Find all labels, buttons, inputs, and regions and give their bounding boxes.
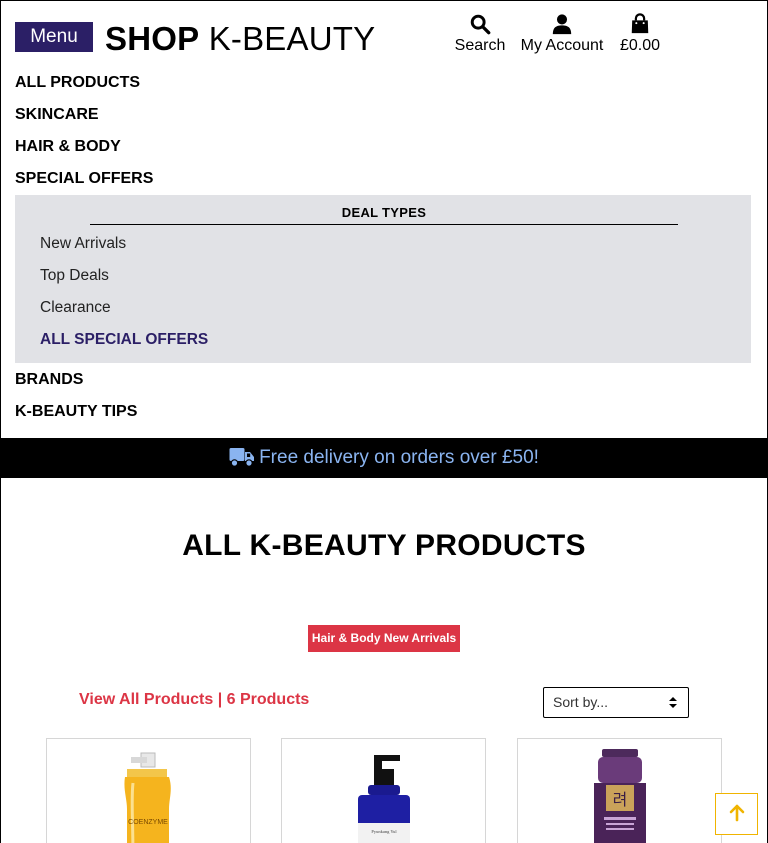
- search-icon: [470, 14, 491, 35]
- dropdown-item-top-deals[interactable]: Top Deals: [40, 265, 109, 287]
- bag-total: £0.00: [619, 37, 661, 54]
- product-card[interactable]: Pyunkang Yul: [281, 738, 486, 843]
- nav-k-beauty-tips[interactable]: K-BEAUTY TIPS: [15, 400, 137, 424]
- category-filter-badge[interactable]: Hair & Body New Arrivals: [308, 625, 460, 652]
- sort-select-value: Sort by...: [553, 694, 608, 710]
- delivery-truck-icon: [229, 448, 255, 467]
- product-image[interactable]: 려: [518, 739, 722, 843]
- nav-brands[interactable]: BRANDS: [15, 368, 83, 392]
- nav-hair-body[interactable]: HAIR & BODY: [15, 135, 121, 159]
- product-image[interactable]: Pyunkang Yul: [282, 739, 486, 843]
- product-card[interactable]: COENZYME: [46, 738, 251, 843]
- delivery-text: Free delivery on orders over £50!: [259, 447, 539, 468]
- account-label: My Account: [520, 37, 604, 54]
- nav-all-products[interactable]: ALL PRODUCTS: [15, 71, 140, 95]
- arrow-up-icon: [729, 804, 744, 822]
- user-icon: [552, 14, 572, 35]
- product-card[interactable]: 려: [517, 738, 722, 843]
- special-offers-dropdown: DEAL TYPES New Arrivals Top Deals Cleara…: [15, 195, 751, 363]
- view-all-products-link[interactable]: View All Products | 6 Products: [79, 691, 309, 709]
- brand-light-text: K-BEAUTY: [199, 20, 376, 57]
- account-link[interactable]: My Account: [518, 13, 606, 55]
- dropdown-item-all-special-offers[interactable]: ALL SPECIAL OFFERS: [40, 329, 208, 351]
- sort-select[interactable]: Sort by...: [543, 687, 689, 718]
- search-link[interactable]: Search: [453, 13, 507, 55]
- sort-arrows-icon: [669, 697, 677, 708]
- nav-skincare[interactable]: SKINCARE: [15, 103, 99, 127]
- brand-bold-text: SHOP: [105, 20, 200, 57]
- search-label: Search: [454, 37, 506, 54]
- product-image[interactable]: COENZYME: [47, 739, 251, 843]
- menu-button[interactable]: Menu: [15, 22, 93, 52]
- product-image-label: COENZYME: [128, 819, 168, 826]
- dropdown-heading: DEAL TYPES: [90, 205, 678, 225]
- dropdown-item-clearance[interactable]: Clearance: [40, 297, 111, 319]
- bag-link[interactable]: £0.00: [616, 13, 664, 55]
- back-to-top-button[interactable]: [715, 793, 758, 835]
- dropdown-item-new-arrivals[interactable]: New Arrivals: [40, 233, 126, 255]
- product-image-label: Pyunkang Yul: [371, 829, 397, 834]
- site-header: Menu SHOP K-BEAUTY Search My Account £0.…: [1, 1, 767, 67]
- delivery-banner: Free delivery on orders over £50!: [1, 438, 767, 478]
- product-image-label: 려: [613, 790, 628, 809]
- shopping-bag-icon: [631, 13, 649, 34]
- nav-special-offers[interactable]: SPECIAL OFFERS: [15, 167, 153, 191]
- site-logo[interactable]: SHOP K-BEAUTY: [105, 21, 375, 57]
- page-title: ALL K-BEAUTY PRODUCTS: [182, 529, 586, 562]
